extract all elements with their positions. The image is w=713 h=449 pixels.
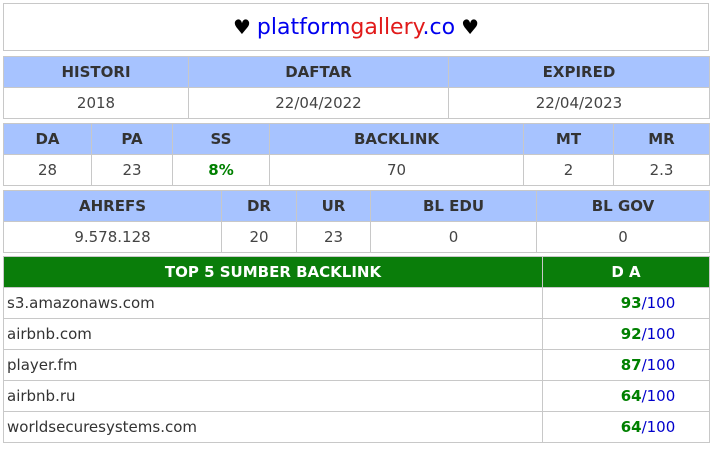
domain-link[interactable]: platformgallery.co bbox=[257, 15, 455, 40]
domain-part-platform: platform bbox=[256, 14, 351, 40]
table-row: player.fm 87/100 bbox=[3, 349, 710, 381]
header-backlink: BACKLINK bbox=[269, 123, 524, 155]
value-backlink: 70 bbox=[269, 154, 524, 186]
da-score: 92 bbox=[620, 325, 642, 343]
header-dr: DR bbox=[221, 190, 297, 222]
header-histori: HISTORI bbox=[3, 56, 189, 88]
header-mt: MT bbox=[523, 123, 614, 155]
domain-part-tld: .co bbox=[422, 14, 456, 40]
value-mt: 2 bbox=[523, 154, 614, 186]
backlink-da: 64/100 bbox=[542, 380, 710, 412]
da-max: 100 bbox=[646, 325, 676, 343]
header-pa: PA bbox=[91, 123, 173, 155]
header-ss: SS bbox=[172, 123, 270, 155]
backlink-domain: s3.amazonaws.com bbox=[3, 287, 543, 319]
backlink-da: 64/100 bbox=[542, 411, 710, 443]
da-score: 64 bbox=[620, 418, 642, 436]
header-top-sources: TOP 5 SUMBER BACKLINK bbox=[3, 256, 543, 288]
registration-table: HISTORI DAFTAR EXPIRED 2018 22/04/2022 2… bbox=[3, 56, 710, 119]
backlink-da: 92/100 bbox=[542, 318, 710, 350]
value-histori: 2018 bbox=[3, 87, 189, 119]
header-expired: EXPIRED bbox=[448, 56, 710, 88]
header-ahrefs: AHREFS bbox=[3, 190, 222, 222]
table-row: 2018 22/04/2022 22/04/2023 bbox=[3, 87, 710, 119]
table-row: 9.578.128 20 23 0 0 bbox=[3, 221, 710, 253]
moz-metrics-table: DA PA SS BACKLINK MT MR 28 23 8% 70 2 2.… bbox=[3, 123, 710, 186]
table-row: airbnb.com 92/100 bbox=[3, 318, 710, 350]
backlink-domain: player.fm bbox=[3, 349, 543, 381]
header-ur: UR bbox=[296, 190, 371, 222]
backlink-domain: airbnb.ru bbox=[3, 380, 543, 412]
site-title: ♥ platformgallery.co ♥ bbox=[3, 3, 709, 51]
table-row: 28 23 8% 70 2 2.3 bbox=[3, 154, 710, 186]
header-bl-gov: BL GOV bbox=[536, 190, 710, 222]
table-row: airbnb.ru 64/100 bbox=[3, 380, 710, 412]
ahrefs-metrics-table: AHREFS DR UR BL EDU BL GOV 9.578.128 20 … bbox=[3, 190, 710, 253]
da-max: 100 bbox=[646, 294, 676, 312]
backlink-domain: airbnb.com bbox=[3, 318, 543, 350]
da-score: 93 bbox=[620, 294, 642, 312]
domain-part-gallery: gallery bbox=[350, 14, 423, 40]
da-max: 100 bbox=[646, 387, 676, 405]
da-score: 64 bbox=[620, 387, 642, 405]
da-max: 100 bbox=[646, 356, 676, 374]
da-max: 100 bbox=[646, 418, 676, 436]
header-bl-edu: BL EDU bbox=[370, 190, 537, 222]
table-header-row: HISTORI DAFTAR EXPIRED bbox=[3, 56, 710, 88]
domain-metrics-widget: ♥ platformgallery.co ♥ HISTORI DAFTAR EX… bbox=[0, 0, 713, 449]
table-header-row: DA PA SS BACKLINK MT MR bbox=[3, 123, 710, 155]
value-dr: 20 bbox=[221, 221, 297, 253]
header-mr: MR bbox=[613, 123, 710, 155]
value-ur: 23 bbox=[296, 221, 371, 253]
table-row: worldsecuresystems.com 64/100 bbox=[3, 411, 710, 443]
value-ahrefs: 9.578.128 bbox=[3, 221, 222, 253]
backlink-da: 87/100 bbox=[542, 349, 710, 381]
value-bl-gov: 0 bbox=[536, 221, 710, 253]
backlink-da: 93/100 bbox=[542, 287, 710, 319]
backlink-domain: worldsecuresystems.com bbox=[3, 411, 543, 443]
value-daftar: 22/04/2022 bbox=[188, 87, 449, 119]
value-mr: 2.3 bbox=[613, 154, 710, 186]
header-da: DA bbox=[3, 123, 92, 155]
header-da: D A bbox=[542, 256, 710, 288]
value-bl-edu: 0 bbox=[370, 221, 537, 253]
da-score: 87 bbox=[620, 356, 642, 374]
table-header-row: TOP 5 SUMBER BACKLINK D A bbox=[3, 256, 710, 288]
heart-icon: ♥ bbox=[461, 15, 480, 39]
table-row: s3.amazonaws.com 93/100 bbox=[3, 287, 710, 319]
top-backlinks-table: TOP 5 SUMBER BACKLINK D A s3.amazonaws.c… bbox=[3, 256, 710, 443]
value-pa: 23 bbox=[91, 154, 173, 186]
value-da: 28 bbox=[3, 154, 92, 186]
table-header-row: AHREFS DR UR BL EDU BL GOV bbox=[3, 190, 710, 222]
value-expired: 22/04/2023 bbox=[448, 87, 710, 119]
value-ss: 8% bbox=[172, 154, 270, 186]
heart-icon: ♥ bbox=[232, 15, 251, 39]
header-daftar: DAFTAR bbox=[188, 56, 449, 88]
